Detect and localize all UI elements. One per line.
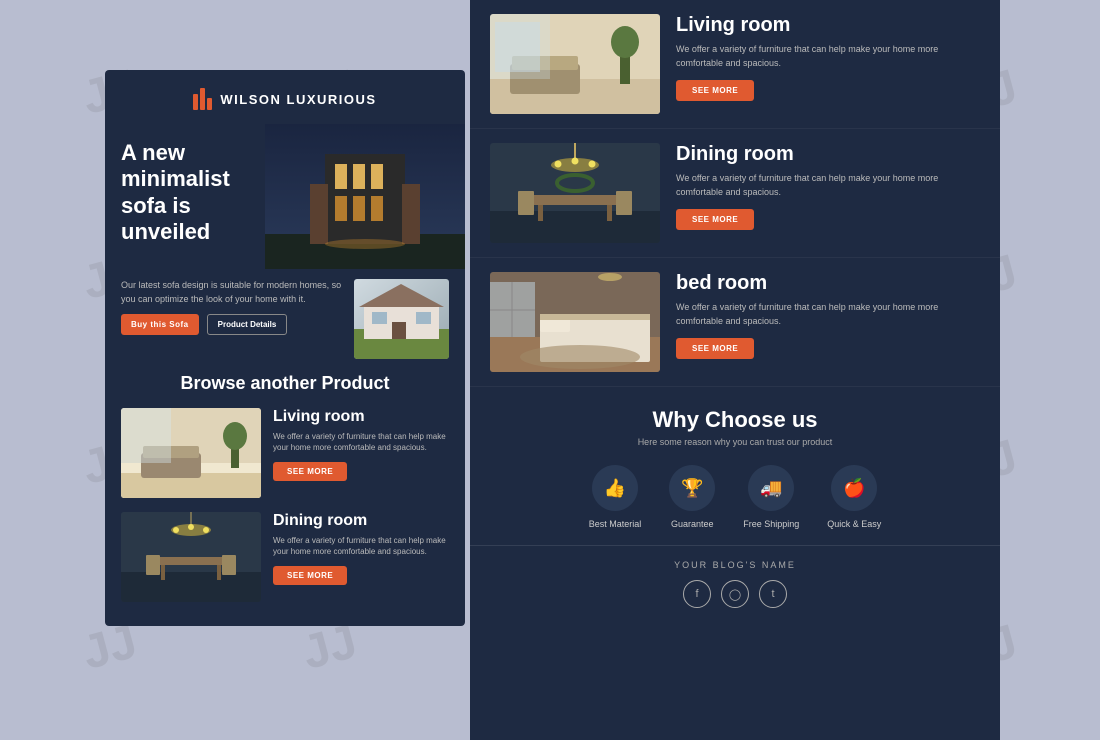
right-image-living (490, 14, 660, 114)
see-more-living-button[interactable]: SEE MORE (273, 462, 347, 481)
logo-icon (193, 88, 212, 110)
right-title-living: Living room (676, 14, 980, 37)
email-card-left: WILSON LUXURIOUS A new minimalist sofa i… (105, 70, 465, 626)
right-content: Living room We offer a variety of furnit… (470, 0, 1000, 622)
product-details-button[interactable]: Product Details (207, 314, 288, 335)
facebook-icon[interactable]: f (683, 580, 711, 608)
right-title-dining: Dining room (676, 143, 980, 166)
right-image-dining (490, 143, 660, 243)
right-desc-living: We offer a variety of furniture that can… (676, 43, 980, 70)
feature-quick-easy: 🍎 Quick & Easy (827, 465, 881, 529)
right-see-more-living[interactable]: SEE MORE (676, 80, 754, 101)
features-row: 👍 Best Material 🏆 Guarantee 🚚 Free Shipp… (490, 465, 980, 529)
product-info-dining: Dining room We offer a variety of furnit… (273, 512, 449, 585)
left-panel: WILSON LUXURIOUS A new minimalist sofa i… (100, 0, 470, 740)
product-title-dining: Dining room (273, 512, 449, 530)
free-shipping-icon: 🚚 (748, 465, 794, 511)
right-product-living: Living room We offer a variety of furnit… (470, 0, 1000, 129)
hero-house-image (354, 279, 449, 359)
right-see-more-dining[interactable]: SEE MORE (676, 209, 754, 230)
hero-section: A new minimalist sofa is unveiled (105, 124, 465, 269)
quick-easy-label: Quick & Easy (827, 519, 881, 529)
instagram-icon[interactable]: ◯ (721, 580, 749, 608)
best-material-label: Best Material (589, 519, 642, 529)
feature-free-shipping: 🚚 Free Shipping (743, 465, 799, 529)
right-info-bedroom: bed room We offer a variety of furniture… (676, 272, 980, 359)
right-desc-bedroom: We offer a variety of furniture that can… (676, 301, 980, 328)
hero-image (265, 124, 465, 269)
hero-description: Our latest sofa design is suitable for m… (121, 279, 344, 306)
logo-bar-3 (207, 98, 212, 110)
brand-logo: WILSON LUXURIOUS (193, 88, 376, 110)
logo-bar-1 (193, 94, 198, 110)
product-desc-dining: We offer a variety of furniture that can… (273, 535, 449, 557)
right-info-living: Living room We offer a variety of furnit… (676, 14, 980, 101)
product-item-living: Living room We offer a variety of furnit… (121, 408, 449, 498)
logo-bar-2 (200, 88, 205, 110)
product-title-living: Living room (273, 408, 449, 426)
quick-easy-icon: 🍎 (831, 465, 877, 511)
twitter-icon[interactable]: t (759, 580, 787, 608)
free-shipping-label: Free Shipping (743, 519, 799, 529)
blog-name: YOUR BLOG'S NAME (490, 560, 980, 570)
right-product-bedroom: bed room We offer a variety of furniture… (470, 258, 1000, 387)
buy-sofa-button[interactable]: Buy this Sofa (121, 314, 199, 335)
page-wrapper: WILSON LUXURIOUS A new minimalist sofa i… (100, 0, 1000, 740)
guarantee-icon: 🏆 (669, 465, 715, 511)
right-desc-dining: We offer a variety of furniture that can… (676, 172, 980, 199)
guarantee-label: Guarantee (671, 519, 714, 529)
hero-headline: A new minimalist sofa is unveiled (121, 140, 281, 246)
right-see-more-bedroom[interactable]: SEE MORE (676, 338, 754, 359)
best-material-icon: 👍 (592, 465, 638, 511)
why-choose-section: Why Choose us Here some reason why you c… (470, 387, 1000, 545)
footer-section: YOUR BLOG'S NAME f ◯ t (470, 545, 1000, 622)
product-info-living: Living room We offer a variety of furnit… (273, 408, 449, 481)
card-header: WILSON LUXURIOUS (105, 70, 465, 124)
feature-guarantee: 🏆 Guarantee (669, 465, 715, 529)
right-product-dining: Dining room We offer a variety of furnit… (470, 129, 1000, 258)
right-panel: Living room We offer a variety of furnit… (470, 0, 1000, 740)
why-title: Why Choose us (490, 407, 980, 433)
why-subtitle: Here some reason why you can trust our p… (490, 437, 980, 447)
feature-best-material: 👍 Best Material (589, 465, 642, 529)
product-item-dining: Dining room We offer a variety of furnit… (121, 512, 449, 602)
browse-title: Browse another Product (121, 373, 449, 394)
browse-section: Browse another Product (105, 359, 465, 626)
right-image-bedroom (490, 272, 660, 372)
product-image-dining (121, 512, 261, 602)
right-title-bedroom: bed room (676, 272, 980, 295)
social-icons: f ◯ t (490, 580, 980, 608)
right-info-dining: Dining room We offer a variety of furnit… (676, 143, 980, 230)
see-more-dining-button[interactable]: SEE MORE (273, 566, 347, 585)
product-desc-living: We offer a variety of furniture that can… (273, 431, 449, 453)
product-image-living (121, 408, 261, 498)
brand-name: WILSON LUXURIOUS (220, 92, 376, 107)
